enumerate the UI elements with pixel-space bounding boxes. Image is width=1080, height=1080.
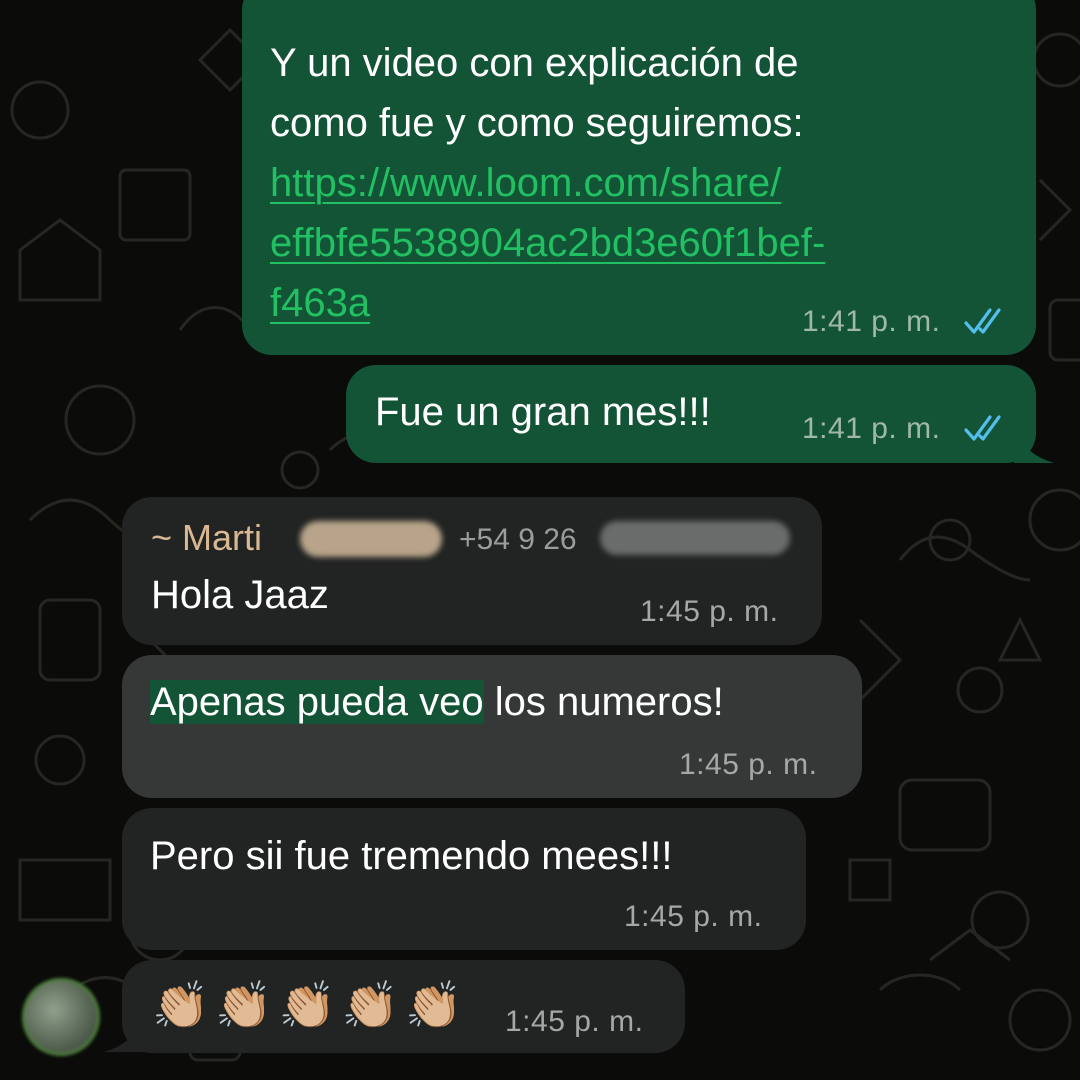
avatar-icon[interactable] bbox=[22, 978, 100, 1056]
clapping-hands-emoji: 👏🏼👏🏼👏🏼👏🏼👏🏼 bbox=[152, 979, 469, 1031]
message-timestamp: 1:45 p. m. bbox=[505, 1005, 644, 1038]
message-text: Hola Jaaz bbox=[151, 573, 329, 617]
message-text-line: Y un video con explicación de bbox=[270, 41, 799, 85]
sender-name[interactable]: ~ Marti bbox=[151, 517, 262, 559]
message-timestamp: 1:41 p. m. bbox=[802, 412, 941, 445]
sender-phone[interactable]: +54 9 26 bbox=[459, 523, 577, 557]
double-check-read-icon bbox=[964, 308, 1001, 334]
incoming-message-bubble[interactable]: ~ Marti +54 9 26 Hola Jaaz 1:45 p. m. bbox=[122, 497, 822, 645]
selected-text-highlight[interactable]: Apenas pueda veo bbox=[150, 680, 484, 724]
message-text: Pero sii fue tremendo mees!!! bbox=[150, 834, 673, 878]
loom-share-link[interactable]: effbfe5538904ac2bd3e60f1bef- bbox=[270, 213, 825, 273]
message-text-rest: los numeros! bbox=[483, 680, 724, 724]
message-timestamp: 1:41 p. m. bbox=[802, 305, 941, 338]
message-timestamp: 1:45 p. m. bbox=[640, 595, 779, 628]
incoming-message-bubble[interactable]: Pero sii fue tremendo mees!!! 1:45 p. m. bbox=[122, 808, 806, 950]
bubble-tail bbox=[1014, 423, 1054, 463]
redacted-surname bbox=[300, 521, 442, 557]
message-text: Fue un gran mes!!! bbox=[375, 390, 711, 434]
redacted-phone bbox=[600, 521, 790, 555]
loom-share-link[interactable]: f463a bbox=[270, 273, 370, 333]
double-check-read-icon bbox=[964, 415, 1001, 441]
outgoing-message-bubble[interactable]: Fue un gran mes!!! 1:41 p. m. bbox=[346, 365, 1036, 463]
message-text: Apenas pueda veo los numeros! bbox=[150, 672, 724, 732]
loom-share-link[interactable]: https://www.loom.com/share/ bbox=[270, 153, 781, 213]
message-timestamp: 1:45 p. m. bbox=[679, 748, 818, 781]
outgoing-message-bubble[interactable]: Y un video con explicación de como fue y… bbox=[242, 0, 1036, 355]
message-timestamp: 1:45 p. m. bbox=[624, 900, 763, 933]
incoming-message-bubble[interactable]: 👏🏼👏🏼👏🏼👏🏼👏🏼 1:45 p. m. bbox=[122, 960, 685, 1053]
incoming-message-bubble-selected[interactable]: Apenas pueda veo los numeros! 1:45 p. m. bbox=[122, 655, 862, 798]
message-text-line: como fue y como seguiremos: bbox=[270, 101, 804, 145]
